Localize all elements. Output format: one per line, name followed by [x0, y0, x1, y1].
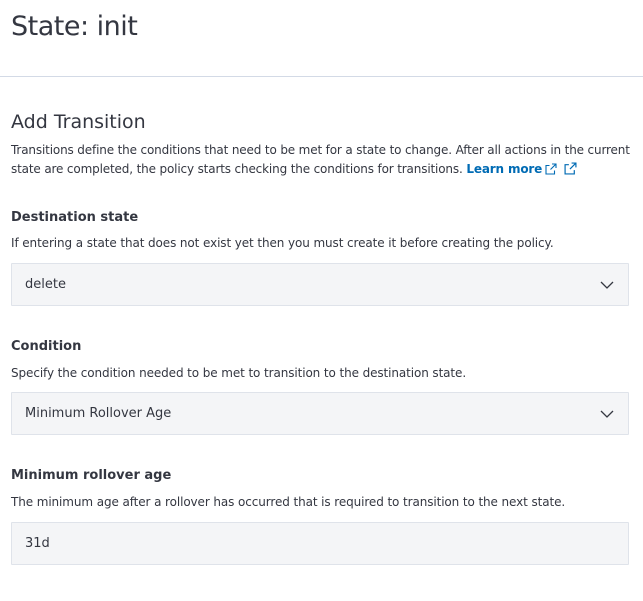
learn-more-label: Learn more	[466, 162, 543, 176]
section-description: Transitions define the conditions that n…	[11, 141, 636, 179]
condition-select[interactable]: Minimum Rollover Age	[11, 392, 629, 435]
condition-label: Condition	[11, 339, 82, 354]
external-link-icon[interactable]	[564, 162, 577, 175]
section-title: Add Transition	[11, 111, 146, 133]
page: State: init Add Transition Transitions d…	[0, 0, 643, 601]
condition-help: Specify the condition needed to be met t…	[11, 366, 467, 380]
page-title: State: init	[11, 11, 138, 42]
destination-state-value: delete	[25, 277, 66, 292]
rollover-age-label: Minimum rollover age	[11, 468, 172, 483]
condition-value: Minimum Rollover Age	[25, 406, 172, 421]
header-divider	[0, 76, 643, 77]
chevron-down-icon	[600, 410, 614, 418]
destination-state-help: If entering a state that does not exist …	[11, 236, 554, 250]
rollover-age-help: The minimum age after a rollover has occ…	[11, 495, 566, 509]
rollover-age-input[interactable]	[12, 523, 628, 564]
destination-state-label: Destination state	[11, 210, 139, 225]
external-link-icon	[545, 163, 557, 175]
chevron-down-icon	[600, 281, 614, 289]
destination-state-select[interactable]: delete	[11, 263, 629, 306]
learn-more-link[interactable]: Learn more	[466, 162, 557, 176]
rollover-age-field	[11, 522, 629, 565]
